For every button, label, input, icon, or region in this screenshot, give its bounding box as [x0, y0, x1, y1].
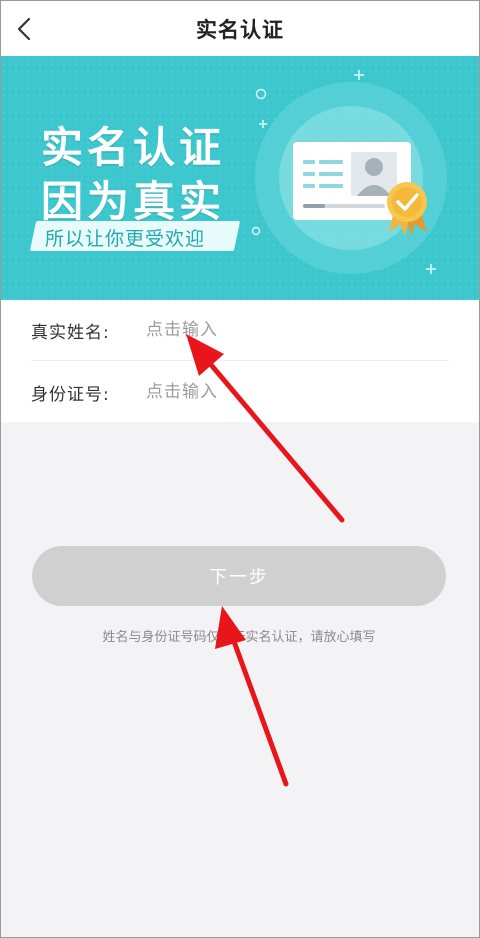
verification-form: 真实姓名: 身份证号:	[1, 300, 479, 422]
id-number-input[interactable]	[146, 382, 426, 402]
banner-headline-line2: 因为真实	[41, 177, 226, 226]
real-name-input[interactable]	[146, 320, 426, 340]
privacy-notice: 姓名与身份证号码仅用于实名认证，请放心填写	[102, 630, 376, 645]
next-step-button[interactable]: 下一步	[32, 546, 446, 606]
banner-tagline: 所以让你更受欢迎	[45, 228, 206, 250]
top-navigation-bar: 实名认证	[1, 1, 479, 56]
promo-banner: 实名认证 因为真实 所以让你更受欢迎	[1, 56, 479, 300]
id-number-row: 身份证号:	[31, 362, 449, 422]
real-name-row: 真实姓名:	[31, 300, 449, 361]
real-name-label: 真实姓名:	[31, 322, 110, 343]
page-title: 实名认证	[196, 17, 284, 42]
id-number-label: 身份证号:	[31, 384, 110, 405]
back-arrow-icon[interactable]	[11, 15, 39, 43]
banner-headline-line1: 实名认证	[41, 123, 226, 172]
